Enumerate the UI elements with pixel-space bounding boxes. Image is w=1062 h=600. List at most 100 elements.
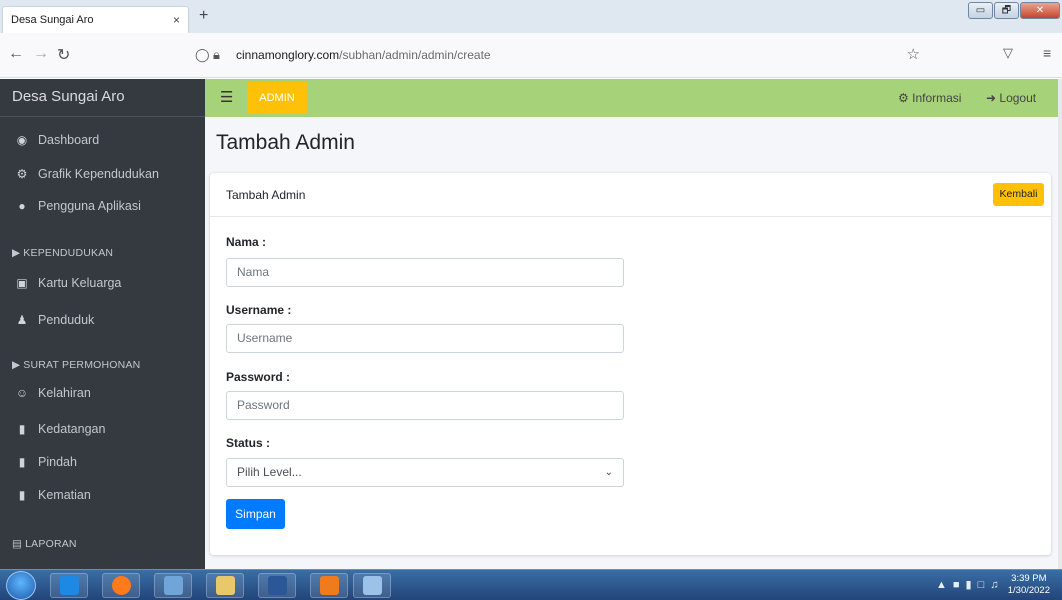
system-tray: ▲■▮□♫ 3:39 PM 1/30/2022 bbox=[928, 570, 1058, 600]
user-icon: ● bbox=[18, 199, 26, 213]
window-controls: ▭ 🗗 ✕ bbox=[968, 2, 1060, 19]
pocket-icon[interactable]: ▽ bbox=[1003, 45, 1013, 61]
tags-icon: ▶ bbox=[12, 359, 21, 371]
logout-label: Logout bbox=[999, 91, 1037, 105]
sidebar-item-label: Kematian bbox=[38, 488, 91, 502]
close-window-button[interactable]: ✕ bbox=[1020, 2, 1060, 19]
tachometer-icon: ◉ bbox=[16, 133, 28, 147]
word-taskbar-icon[interactable] bbox=[258, 573, 296, 598]
sidebar-item-label: Kelahiran bbox=[38, 386, 91, 400]
shield-icon[interactable]: ◯ bbox=[195, 40, 210, 70]
back-arrow-icon[interactable]: ← bbox=[8, 45, 24, 63]
section-label: SURAT PERMOHONAN bbox=[23, 359, 141, 371]
tray-icons[interactable]: ▲■▮□♫ bbox=[936, 578, 1004, 591]
chevron-down-icon: ⌄ bbox=[604, 467, 613, 478]
firefox-taskbar-icon[interactable] bbox=[102, 573, 140, 598]
reload-icon[interactable]: ↻ bbox=[57, 45, 70, 65]
password-input[interactable]: Password bbox=[226, 391, 624, 420]
section-header-surat: ▶ SURAT PERMOHONAN bbox=[0, 355, 205, 375]
minimize-button[interactable]: ▭ bbox=[968, 2, 993, 19]
sidebar-item-grafik[interactable]: ⚙ Grafik Kependudukan bbox=[0, 159, 205, 189]
sidebar-item-label: Pindah bbox=[38, 455, 77, 469]
cog-icon: ⚙ bbox=[898, 91, 909, 105]
sidebar-item-label: Dashboard bbox=[38, 133, 100, 147]
sidebar-item-pengguna[interactable]: ● Pengguna Aplikasi bbox=[0, 191, 205, 221]
os-taskbar: ▲■▮□♫ 3:39 PM 1/30/2022 bbox=[0, 569, 1062, 600]
lock-icon[interactable]: 🔒︎ bbox=[213, 40, 220, 70]
tags-icon: ▶ bbox=[12, 247, 21, 259]
username-input[interactable]: Username bbox=[226, 324, 624, 353]
sidebar-item-kelahiran[interactable]: ☺ Kelahiran bbox=[0, 378, 205, 408]
app-taskbar-icon[interactable] bbox=[154, 573, 192, 598]
start-button[interactable] bbox=[6, 571, 36, 600]
sidebar: Desa Sungai Aro ◉ Dashboard ⚙ Grafik Kepen… bbox=[0, 79, 205, 569]
sidebar-item-dashboard[interactable]: ◉ Dashboard bbox=[0, 125, 205, 155]
informasi-link[interactable]: ⚙ Informasi bbox=[898, 79, 961, 117]
section-header-laporan: ▤ LAPORAN bbox=[0, 534, 205, 554]
explorer-taskbar-icon[interactable] bbox=[206, 573, 244, 598]
new-tab-button[interactable]: + bbox=[199, 7, 208, 25]
forward-arrow-icon[interactable]: → bbox=[33, 45, 49, 63]
sign-out-icon: ➜ bbox=[986, 91, 997, 105]
browser-tab-bar: Desa Sungai Aro × + ▭ 🗗 ✕ bbox=[0, 0, 1062, 33]
sidebar-item-kematian[interactable]: ▮ Kematian bbox=[0, 480, 205, 510]
vscode-taskbar-icon[interactable] bbox=[50, 573, 88, 598]
pdf-taskbar-icon[interactable] bbox=[310, 573, 348, 598]
browser-nav-bar: ← → ↻ ◯ 🔒︎ cinnamonglory.com/subhan/admi… bbox=[0, 33, 1062, 78]
clock[interactable]: 3:39 PM 1/30/2022 bbox=[1008, 573, 1050, 597]
url-host: cinnamonglory.com bbox=[236, 48, 340, 62]
hamburger-menu-icon[interactable]: ☰ bbox=[220, 88, 233, 106]
admin-badge[interactable]: ADMIN bbox=[247, 82, 307, 114]
file-icon: ▮ bbox=[18, 422, 26, 436]
cog-icon: ⚙ bbox=[16, 167, 28, 181]
close-tab-icon[interactable]: × bbox=[173, 7, 180, 33]
section-label: KEPENDUDUKAN bbox=[23, 247, 114, 259]
sidebar-item-label: Kedatangan bbox=[38, 422, 106, 436]
informasi-label: Informasi bbox=[912, 91, 962, 105]
brand-link[interactable]: Desa Sungai Aro bbox=[0, 79, 205, 117]
status-selected-value: Pilih Level... bbox=[237, 465, 302, 479]
card-icon: ▣ bbox=[16, 276, 28, 290]
print-icon: ▤ bbox=[12, 538, 23, 550]
sidebar-item-penduduk[interactable]: ♟ Penduduk bbox=[0, 305, 205, 335]
card-header: Tambah Admin Kembali bbox=[210, 173, 1051, 217]
page-scrollbar[interactable] bbox=[1058, 79, 1062, 569]
address-bar[interactable]: ◯ 🔒︎ cinnamonglory.com/subhan/admin/admi… bbox=[190, 40, 928, 70]
logout-link[interactable]: ➜ Logout bbox=[986, 79, 1036, 117]
status-label: Status : bbox=[226, 436, 271, 450]
content-wrapper: Tambah Admin Tambah Admin Kembali Nama :… bbox=[205, 117, 1058, 569]
menu-icon[interactable]: ≡ bbox=[1043, 45, 1051, 61]
page-title: Tambah Admin bbox=[216, 131, 355, 154]
save-button[interactable]: Simpan bbox=[226, 499, 285, 529]
url-text[interactable]: cinnamonglory.com/subhan/admin/admin/cre… bbox=[236, 40, 491, 70]
clock-date: 1/30/2022 bbox=[1007, 585, 1050, 596]
form-card: Tambah Admin Kembali Nama : Nama Usernam… bbox=[210, 173, 1051, 555]
nama-input[interactable]: Nama bbox=[226, 258, 624, 287]
sidebar-item-kartu-keluarga[interactable]: ▣ Kartu Keluarga bbox=[0, 268, 205, 298]
section-label: LAPORAN bbox=[25, 538, 77, 550]
sidebar-item-label: Grafik Kependudukan bbox=[38, 167, 159, 181]
username-label: Username : bbox=[226, 303, 292, 317]
baby-icon: ☺ bbox=[15, 386, 29, 400]
sidebar-item-pindah[interactable]: ▮ Pindah bbox=[0, 447, 205, 477]
file-icon: ▮ bbox=[18, 455, 26, 469]
sidebar-item-kedatangan[interactable]: ▮ Kedatangan bbox=[0, 414, 205, 444]
sidebar-item-label: Penduduk bbox=[38, 313, 95, 327]
card-title: Tambah Admin bbox=[226, 188, 306, 202]
browser-tab[interactable]: Desa Sungai Aro × bbox=[2, 6, 189, 33]
app-navbar: ☰ ADMIN ⚙ Informasi ➜ Logout bbox=[205, 79, 1058, 117]
back-button[interactable]: Kembali bbox=[993, 183, 1044, 206]
sidebar-item-label: Pengguna Aplikasi bbox=[38, 199, 141, 213]
file-icon: ▮ bbox=[18, 488, 26, 502]
section-header-kependudukan: ▶ KEPENDUDUKAN bbox=[0, 243, 205, 263]
paint-taskbar-icon[interactable] bbox=[353, 573, 391, 598]
maximize-button[interactable]: 🗗 bbox=[994, 2, 1019, 19]
tab-title: Desa Sungai Aro bbox=[11, 14, 94, 26]
status-select[interactable]: Pilih Level... ⌄ bbox=[226, 458, 624, 487]
url-path: /subhan/admin/admin/create bbox=[339, 48, 491, 62]
nama-label: Nama : bbox=[226, 235, 267, 249]
clock-time: 3:39 PM bbox=[1011, 573, 1047, 584]
password-label: Password : bbox=[226, 370, 291, 384]
bookmark-star-icon[interactable]: ☆ bbox=[907, 40, 920, 70]
sidebar-item-label: Kartu Keluarga bbox=[38, 276, 122, 290]
